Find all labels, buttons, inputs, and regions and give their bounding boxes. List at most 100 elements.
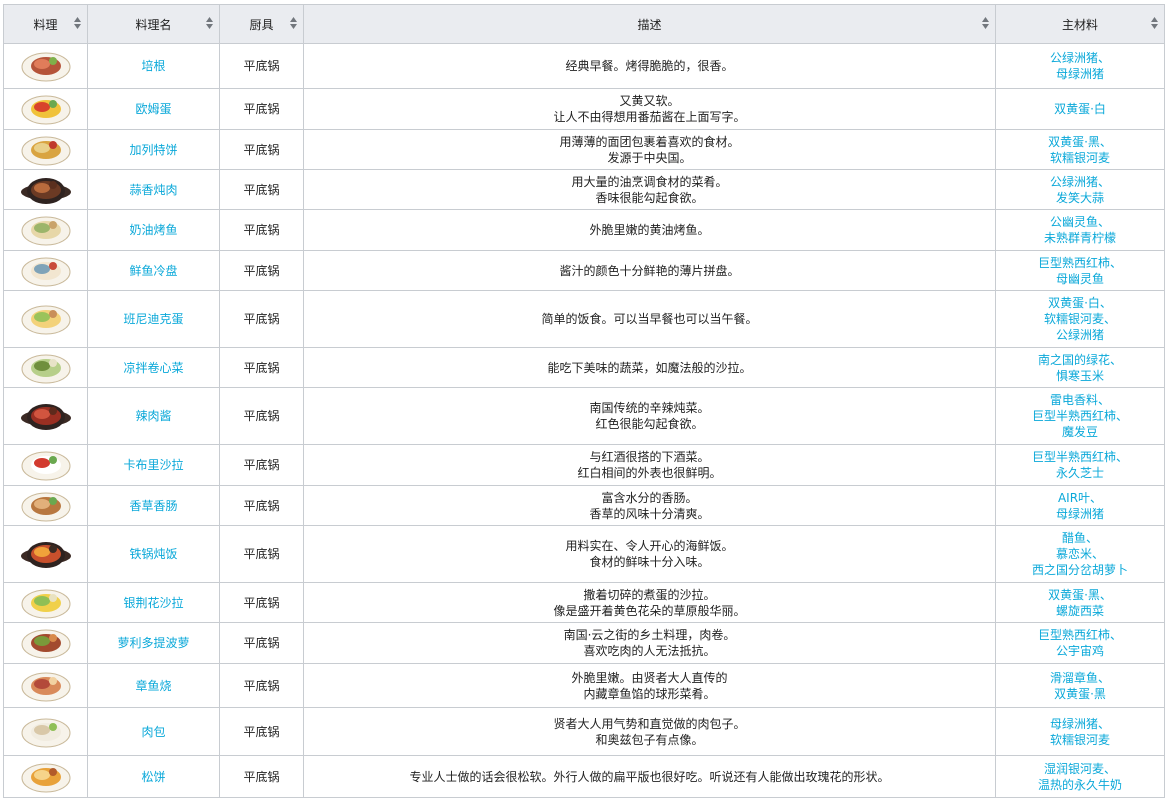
ingredient-link[interactable]: 母幽灵鱼 — [996, 271, 1164, 287]
ingredient-link[interactable]: 公绿洲猪、 — [996, 50, 1164, 66]
ingredient-link[interactable]: 公宇宙鸡 — [996, 643, 1164, 659]
dish-name-link[interactable]: 蒜香炖肉 — [87, 169, 220, 210]
column-header-ingredients[interactable]: 主材料 — [995, 4, 1165, 44]
ingredient-link[interactable]: 温热的永久牛奶 — [996, 777, 1164, 793]
ingredient-link[interactable]: 母绿洲猪 — [996, 66, 1164, 82]
ingredient-link[interactable]: 惧寒玉米 — [996, 368, 1164, 384]
ingredient-link[interactable]: 双黄蛋·白 — [996, 101, 1164, 117]
description-cell: 酱汁的颜色十分鲜艳的薄片拼盘。 — [303, 250, 996, 291]
meat-bun-dish-icon — [21, 718, 70, 747]
ingredient-link[interactable]: 双黄蛋·白、 — [996, 295, 1164, 311]
sort-icon[interactable] — [290, 17, 297, 29]
ingredient-link[interactable]: 雷电香料、 — [996, 392, 1164, 408]
column-header-tool[interactable]: 厨具 — [219, 4, 304, 44]
dish-name-link[interactable]: 培根 — [87, 43, 220, 89]
ingredients-cell: 公绿洲猪、 发笑大蒜 — [995, 169, 1165, 210]
ingredient-link[interactable]: 软糯银河麦 — [996, 150, 1164, 166]
table-row: 香草香肠 平底锅 富含水分的香肠。 香草的风味十分清爽。 AIR叶、 母绿洲猪 — [3, 485, 1165, 526]
description-line: 撒着切碎的煮蛋的沙拉。 — [583, 587, 716, 602]
omelette-dish-icon — [21, 95, 70, 125]
ingredient-link[interactable]: 巨型半熟西红柿、 — [996, 408, 1164, 424]
dish-name-link[interactable]: 奶油烤鱼 — [87, 209, 220, 251]
ingredient-link[interactable]: AIR叶、 — [996, 490, 1164, 506]
dish-name-link[interactable]: 辣肉酱 — [87, 387, 220, 445]
ingredient-link[interactable]: 公幽灵鱼、 — [996, 214, 1164, 230]
tool-cell: 平底锅 — [219, 525, 304, 583]
galette-dish-icon — [21, 136, 70, 165]
ingredients-cell: 双黄蛋·黑、 螺旋西菜 — [995, 582, 1165, 623]
recipe-table: 料理 料理名 厨具 描述 主材料 培根 平底锅 经典早餐。烤得脆脆的，很香。 公绿洲猪… — [3, 4, 1165, 798]
ingredient-link[interactable]: 母绿洲猪 — [996, 506, 1164, 522]
description-line: 用薄薄的面团包裹着喜欢的食材。 — [559, 134, 740, 149]
ingredient-link[interactable]: 未熟群青柠檬 — [996, 230, 1164, 246]
dish-name-link[interactable]: 铁锅炖饭 — [87, 525, 220, 583]
ingredient-link[interactable]: 公绿洲猪 — [996, 327, 1164, 343]
description-line: 简单的饭食。可以当早餐也可以当午餐。 — [541, 312, 758, 326]
pancake-dish-icon — [21, 763, 70, 792]
dish-name-link[interactable]: 章鱼烧 — [87, 663, 220, 708]
ingredient-link[interactable]: 南之国的绿花、 — [996, 352, 1164, 368]
ingredient-link[interactable]: 公绿洲猪、 — [996, 174, 1164, 190]
dish-name-link[interactable]: 肉包 — [87, 707, 220, 756]
ingredient-link[interactable]: 螺旋西菜 — [996, 603, 1164, 619]
table-row: 章鱼烧 平底锅 外脆里嫩。由贤者大人直传的 内藏章鱼馅的球形菜肴。 滑溜章鱼、 双黄蛋·黑 — [3, 663, 1165, 708]
ingredient-link[interactable]: 巨型熟西红柿、 — [996, 627, 1164, 643]
column-header-dish-name[interactable]: 料理名 — [87, 4, 220, 44]
caprese-dish-icon — [21, 451, 70, 481]
dish-name-link[interactable]: 萝利多提波萝 — [87, 622, 220, 664]
dish-name-link[interactable]: 凉拌卷心菜 — [87, 347, 220, 388]
dish-name-link[interactable]: 欧姆蛋 — [87, 88, 220, 130]
ingredient-link[interactable]: 巨型半熟西红柿、 — [996, 449, 1164, 465]
ingredient-link[interactable]: 慕恋米、 — [996, 546, 1164, 562]
ingredient-link[interactable]: 双黄蛋·黑、 — [996, 587, 1164, 603]
description-line: 专业人士做的话会很松软。外行人做的扁平版也很好吃。听说还有人能做出玫瑰花的形状。 — [409, 769, 890, 784]
dish-name-link[interactable]: 加列特饼 — [87, 129, 220, 170]
ingredient-link[interactable]: 醋鱼、 — [996, 530, 1164, 546]
ingredient-link[interactable]: 发笑大蒜 — [996, 190, 1164, 206]
description-line: 南国传统的辛辣炖菜。 — [589, 401, 710, 415]
ingredients-cell: 滑溜章鱼、 双黄蛋·黑 — [995, 663, 1165, 708]
ingredient-link[interactable]: 母绿洲猪、 — [996, 716, 1164, 732]
ingredient-link[interactable]: 软糯银河麦、 — [996, 311, 1164, 327]
ingredient-link[interactable]: 西之国分岔胡萝卜 — [996, 562, 1164, 578]
dish-image-cell — [3, 169, 88, 210]
ingredient-link[interactable]: 巨型熟西红柿、 — [996, 255, 1164, 271]
sort-icon[interactable] — [1151, 17, 1158, 29]
ingredient-link[interactable]: 双黄蛋·黑 — [996, 686, 1164, 702]
sort-icon[interactable] — [74, 17, 81, 29]
ingredient-link[interactable]: 双黄蛋·黑、 — [996, 134, 1164, 150]
table-row: 凉拌卷心菜 平底锅 能吃下美味的蔬菜，如魔法般的沙拉。 南之国的绿花、 惧寒玉米 — [3, 347, 1165, 388]
dish-image-cell — [3, 43, 88, 89]
table-row: 卡布里沙拉 平底锅 与红酒很搭的下酒菜。 红白相间的外表也很鲜明。 巨型半熟西红柿、 永久… — [3, 444, 1165, 486]
ingredients-cell: 双黄蛋·白、 软糯银河麦、 公绿洲猪 — [995, 290, 1165, 348]
description-cell: 用薄薄的面团包裹着喜欢的食材。 发源于中央国。 — [303, 129, 996, 170]
table-row: 欧姆蛋 平底锅 又黄又软。 让人不由得想用番茄酱在上面写字。 双黄蛋·白 — [3, 88, 1165, 130]
ingredient-link[interactable]: 永久芝士 — [996, 465, 1164, 481]
table-row: 肉包 平底锅 贤者大人用气势和直觉做的肉包子。 和奥兹包子有点像。 母绿洲猪、 软糯银河麦 — [3, 707, 1165, 756]
column-header-description[interactable]: 描述 — [303, 4, 996, 44]
ingredient-link[interactable]: 湿润银河麦、 — [996, 761, 1164, 777]
tool-cell: 平底锅 — [219, 290, 304, 348]
description-cell: 经典早餐。烤得脆脆的，很香。 — [303, 43, 996, 89]
description-line: 与红酒很搭的下酒菜。 — [589, 450, 710, 464]
column-header-dish-image[interactable]: 料理 — [3, 4, 88, 44]
table-row: 银荆花沙拉 平底锅 撒着切碎的煮蛋的沙拉。 像是盛开着黄色花朵的草原般华丽。 双黄蛋·黑… — [3, 582, 1165, 623]
dish-name-link[interactable]: 松饼 — [87, 755, 220, 798]
dish-name-link[interactable]: 香草香肠 — [87, 485, 220, 526]
dish-name-link[interactable]: 银荆花沙拉 — [87, 582, 220, 623]
dish-name-link[interactable]: 卡布里沙拉 — [87, 444, 220, 486]
sort-icon[interactable] — [982, 17, 989, 29]
description-line: 像是盛开着黄色花朵的草原般华丽。 — [553, 603, 746, 618]
description-line: 内藏章鱼馅的球形菜肴。 — [583, 686, 716, 701]
ingredient-link[interactable]: 魔发豆 — [996, 424, 1164, 440]
description-line: 外脆里嫩的黄油烤鱼。 — [589, 223, 710, 237]
description-line: 外脆里嫩。由贤者大人直传的 — [571, 670, 728, 685]
dish-name-link[interactable]: 班尼迪克蛋 — [87, 290, 220, 348]
dish-image-cell — [3, 250, 88, 291]
dish-name-link[interactable]: 鲜鱼冷盘 — [87, 250, 220, 291]
ingredient-link[interactable]: 滑溜章鱼、 — [996, 670, 1164, 686]
table-header-row: 料理 料理名 厨具 描述 主材料 — [3, 4, 1165, 44]
sort-icon[interactable] — [206, 17, 213, 29]
ingredient-link[interactable]: 软糯银河麦 — [996, 732, 1164, 748]
tool-cell: 平底锅 — [219, 347, 304, 388]
